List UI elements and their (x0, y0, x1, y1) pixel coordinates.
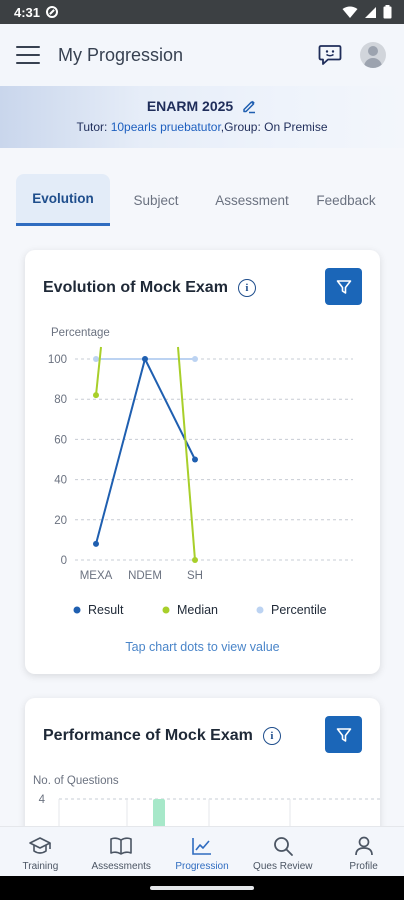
group-label: ,Group: On Premise (220, 120, 328, 134)
home-gesture-handle[interactable] (150, 886, 254, 890)
series-line-result (95, 356, 196, 545)
y-tick-label: 20 (54, 515, 67, 527)
person-icon (354, 836, 373, 856)
legend-label: Percentile (271, 603, 327, 617)
y-tick-label: 100 (48, 354, 67, 366)
data-point-result (192, 456, 198, 463)
x-tick-label: NDEM (128, 570, 162, 582)
nav-progression-label: Progression (175, 861, 229, 872)
status-bar: 4:31 (0, 0, 404, 24)
data-point-percentile (192, 356, 198, 362)
progression-tabs: Evolution Subject Assessment Feedback (16, 174, 404, 226)
graduation-cap-icon (29, 837, 52, 854)
x-tick-label: MEXA (80, 570, 113, 582)
y-tick-label: 60 (54, 434, 67, 446)
chat-support-icon[interactable] (318, 44, 342, 66)
system-gesture-bar (0, 876, 404, 900)
exam-name: ENARM 2025 (146, 98, 234, 114)
tab-evolution[interactable]: Evolution (16, 174, 110, 226)
tab-assessment[interactable]: Assessment (202, 174, 302, 226)
y-axis-label: Percentage (51, 327, 110, 339)
performance-chart: No. of Questions 4 (33, 775, 380, 838)
tutor-group-info: Tutor: 10pearls pruebatutor,Group: On Pr… (0, 120, 404, 134)
legend-label: Median (177, 603, 218, 617)
data-point-median (192, 557, 198, 563)
legend-marker (162, 606, 170, 614)
evolution-card: Evolution of Mock Exam i Percentage 0 20 40… (25, 250, 380, 674)
performance-card: Performance of Mock Exam i No. of Questi… (25, 698, 380, 838)
data-point-percentile (93, 356, 99, 362)
do-not-disturb-icon (46, 6, 59, 18)
battery-icon (383, 5, 392, 19)
page-title: My Progression (58, 44, 184, 65)
tab-feedback[interactable]: Feedback (302, 174, 390, 226)
tab-subject[interactable]: Subject (110, 174, 202, 226)
nav-progression[interactable]: Progression (162, 827, 243, 876)
series-line-median (95, 346, 102, 396)
search-icon (273, 837, 293, 856)
chart-icon (192, 838, 211, 855)
hamburger-menu-icon[interactable] (16, 46, 40, 64)
nav-ques-review[interactable]: Ques Review (242, 827, 323, 876)
y-tick-label: 4 (39, 794, 46, 806)
bottom-navigation: Training Assessments Progression Ques Re… (0, 826, 404, 876)
data-point-result (142, 356, 148, 362)
nav-profile[interactable]: Profile (323, 827, 404, 876)
data-point-median (93, 392, 99, 399)
tutor-label: Tutor: (76, 120, 111, 134)
data-point-result (93, 540, 99, 547)
y-axis-label: No. of Questions (33, 775, 119, 787)
nav-ques-review-label: Ques Review (253, 861, 313, 872)
exam-title-row: ENARM 2025 (147, 98, 257, 114)
nav-assessments[interactable]: Assessments (81, 827, 162, 876)
tutor-name-link[interactable]: 10pearls pruebatutor (111, 120, 221, 134)
app-bar: My Progression (0, 24, 404, 86)
nav-assessments-label: Assessments (91, 861, 151, 872)
nav-profile-label: Profile (349, 861, 378, 872)
status-icons (342, 5, 392, 19)
book-icon (110, 837, 132, 855)
legend-marker (256, 606, 264, 614)
signal-icon (365, 6, 376, 18)
y-tick-label: 80 (54, 394, 67, 406)
nav-training-label: Training (22, 861, 59, 872)
chart-hint[interactable]: Tap chart dots to view value (25, 640, 380, 654)
legend-label: Result (88, 603, 124, 617)
status-time: 4:31 (14, 4, 41, 20)
legend-marker (73, 606, 81, 614)
avatar[interactable] (360, 42, 386, 68)
y-tick-label: 40 (54, 475, 67, 487)
edit-icon[interactable] (241, 98, 257, 114)
course-banner: ENARM 2025 Tutor: 10pearls pruebatutor,G… (0, 86, 404, 148)
evolution-chart: Percentage 0 20 40 60 80 100 MEXA NDEM SH Result Me… (48, 327, 353, 617)
nav-training[interactable]: Training (0, 827, 81, 876)
x-tick-label: SH (187, 570, 203, 582)
y-tick-label: 0 (61, 555, 67, 567)
wifi-icon (342, 6, 358, 18)
